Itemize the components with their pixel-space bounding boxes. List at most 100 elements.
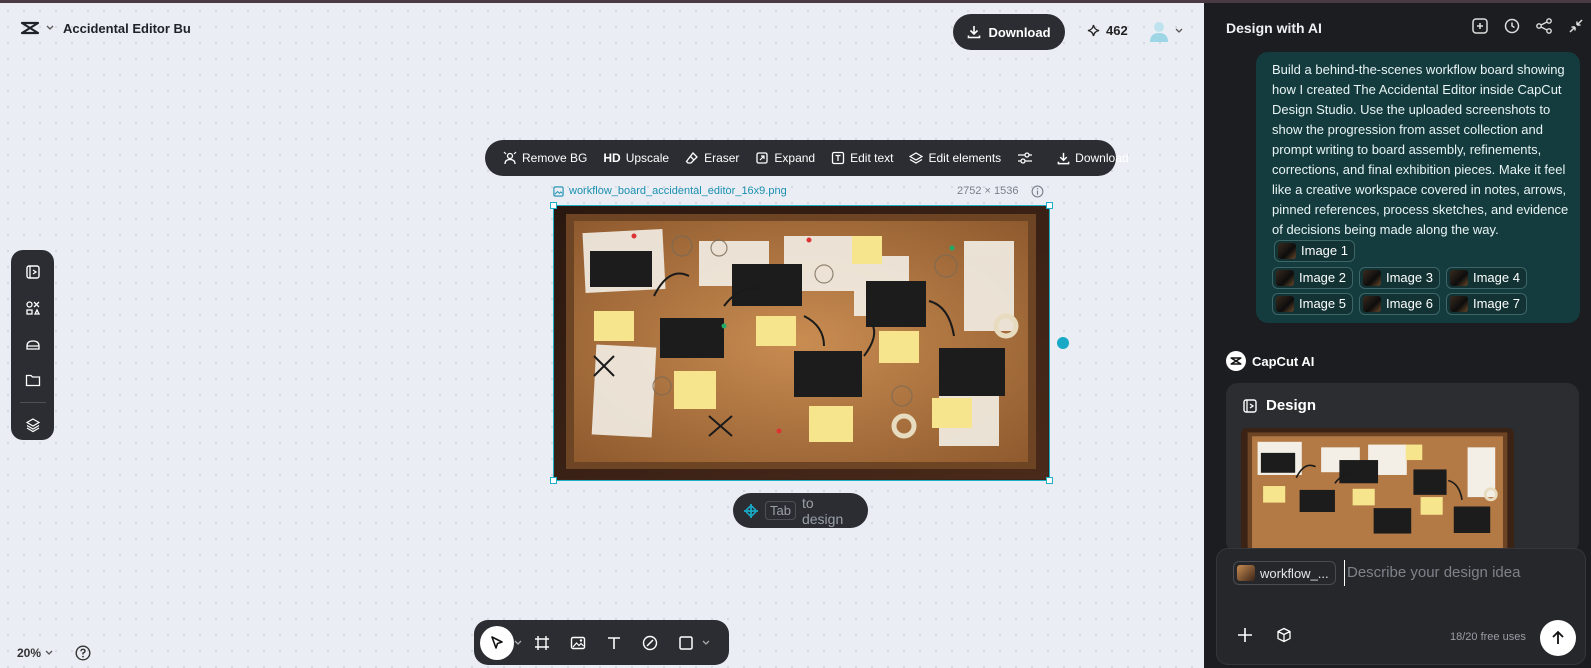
text-icon <box>606 635 622 651</box>
new-chat-icon[interactable] <box>1471 17 1489 35</box>
user-message: Build a behind-the-scenes workflow board… <box>1256 52 1580 323</box>
edit-text-button[interactable]: Edit text <box>823 140 901 176</box>
toolbar-download-button[interactable]: Download <box>1049 140 1136 176</box>
elements-button[interactable] <box>21 296 45 320</box>
capcut-logo-menu[interactable] <box>20 20 54 36</box>
select-tool-button[interactable] <box>480 625 514 660</box>
user-message-text: Build a behind-the-scenes workflow board… <box>1272 62 1569 237</box>
layers-button[interactable] <box>21 413 45 437</box>
arrow-up-icon <box>1550 630 1566 646</box>
resize-handle-bottom-left[interactable] <box>550 477 557 484</box>
chevron-down-icon <box>46 25 54 31</box>
panel-header-actions <box>1471 17 1585 35</box>
credits-counter[interactable]: 462 <box>1087 23 1128 38</box>
account-menu[interactable] <box>1147 19 1183 43</box>
download-button[interactable]: Download <box>953 14 1065 50</box>
files-button[interactable] <box>21 368 45 392</box>
sparkle-icon <box>1087 24 1100 37</box>
sliders-icon <box>1017 151 1033 165</box>
help-icon[interactable] <box>75 645 91 666</box>
edit-elements-button[interactable]: Edit elements <box>901 140 1009 176</box>
design-thumbnail[interactable] <box>1241 428 1514 553</box>
chevron-down-icon[interactable] <box>702 640 710 646</box>
expand-button[interactable]: Expand <box>747 140 823 176</box>
frame-icon <box>534 635 550 651</box>
history-icon[interactable] <box>1503 17 1521 35</box>
brand-kit-button[interactable] <box>21 332 45 356</box>
square-icon <box>678 635 694 651</box>
ai-author: CapCut AI <box>1226 351 1314 371</box>
reference-chip-label: workflow_... <box>1260 565 1329 581</box>
tab-to-design-hint[interactable]: Tab to design <box>733 493 868 528</box>
expand-icon <box>755 151 769 165</box>
design-result-title: Design <box>1242 397 1316 414</box>
image-chip[interactable]: Image 7 <box>1445 293 1527 315</box>
file-name-label[interactable]: workflow_board_accidental_editor_16x9.pn… <box>553 185 787 197</box>
design-label: Design <box>1266 397 1317 414</box>
pen-icon <box>642 635 658 651</box>
image-chip[interactable]: Image 4 <box>1445 267 1527 289</box>
tab-hint-text: to design <box>801 494 844 527</box>
rail-divider <box>19 402 46 403</box>
design-panel-icon <box>25 264 41 280</box>
image-thumbnail <box>1449 270 1468 286</box>
share-icon[interactable] <box>1535 17 1553 35</box>
zoom-control[interactable]: 20% <box>17 646 53 660</box>
selected-image[interactable] <box>550 202 1053 484</box>
shape-tool-button[interactable] <box>670 626 702 660</box>
resize-handle-top-right[interactable] <box>1046 202 1053 209</box>
image-icon <box>570 635 586 651</box>
upscale-button[interactable]: HD Upscale <box>595 140 677 176</box>
chevron-down-icon[interactable] <box>514 640 522 646</box>
design-spark-icon <box>743 503 759 519</box>
image-chip[interactable]: Image 2 <box>1272 267 1353 289</box>
document-title[interactable]: Accidental Editor Bu <box>63 21 191 36</box>
resize-handle-bottom-right[interactable] <box>1046 477 1053 484</box>
tab-key: Tab <box>765 501 796 520</box>
capcut-logo-icon <box>20 20 40 36</box>
send-button[interactable] <box>1540 620 1576 656</box>
image-chip[interactable]: Image 6 <box>1358 293 1440 315</box>
ai-name-label: CapCut AI <box>1252 353 1315 369</box>
image-chip[interactable]: Image 5 <box>1272 293 1353 315</box>
eraser-button[interactable]: Eraser <box>677 140 747 176</box>
capcut-ai-logo-icon <box>1226 351 1246 371</box>
collapse-icon[interactable] <box>1567 17 1585 35</box>
image-thumbnail <box>1362 270 1381 286</box>
image-thumbnail <box>1276 270 1294 286</box>
remove-bg-icon <box>503 151 517 165</box>
ai-design-panel: Design with AI Build a behind-the-scenes… <box>1204 3 1591 668</box>
remove-bg-button[interactable]: Remove BG <box>495 140 595 176</box>
design-result-card[interactable]: Design <box>1226 383 1579 553</box>
resize-handle-top-left[interactable] <box>550 202 557 209</box>
reference-image-chip[interactable]: workflow_... <box>1233 561 1336 585</box>
design-panel-button[interactable] <box>21 260 45 284</box>
hd-icon: HD <box>603 151 621 165</box>
text-tool-button[interactable] <box>598 626 630 660</box>
image-thumbnail <box>1276 296 1294 312</box>
plus-icon[interactable] <box>1237 627 1253 643</box>
connection-handle[interactable] <box>1057 337 1069 349</box>
avatar <box>1147 19 1171 43</box>
prompt-input[interactable]: Describe your design idea <box>1344 560 1564 586</box>
adjust-button[interactable] <box>1009 140 1041 176</box>
image-chip-list: Image 2 Image 3 Image 4 Image 5 Image 6 … <box>1272 267 1570 315</box>
folder-icon <box>25 372 41 388</box>
image-chip[interactable]: Image 3 <box>1358 267 1440 289</box>
model-cube-icon[interactable] <box>1276 627 1292 643</box>
image-chip[interactable]: Image 1 <box>1274 240 1355 262</box>
image-thumbnail <box>1449 296 1468 312</box>
info-icon[interactable] <box>1031 185 1044 203</box>
image-thumbnail <box>1362 296 1381 312</box>
zoom-level: 20% <box>17 646 42 660</box>
chevron-down-icon <box>45 650 53 656</box>
workflow-board-image <box>554 206 1049 480</box>
chevron-down-icon <box>1175 28 1183 34</box>
image-tool-button[interactable] <box>562 626 594 660</box>
layers-icon <box>25 417 41 433</box>
download-label: Download <box>988 24 1051 40</box>
image-edit-toolbar: Remove BG HD Upscale Eraser Expand Edit … <box>485 140 1129 176</box>
draw-tool-button[interactable] <box>634 626 666 660</box>
frame-tool-button[interactable] <box>526 626 558 660</box>
prompt-composer: workflow_... Describe your design idea 1… <box>1216 548 1586 665</box>
